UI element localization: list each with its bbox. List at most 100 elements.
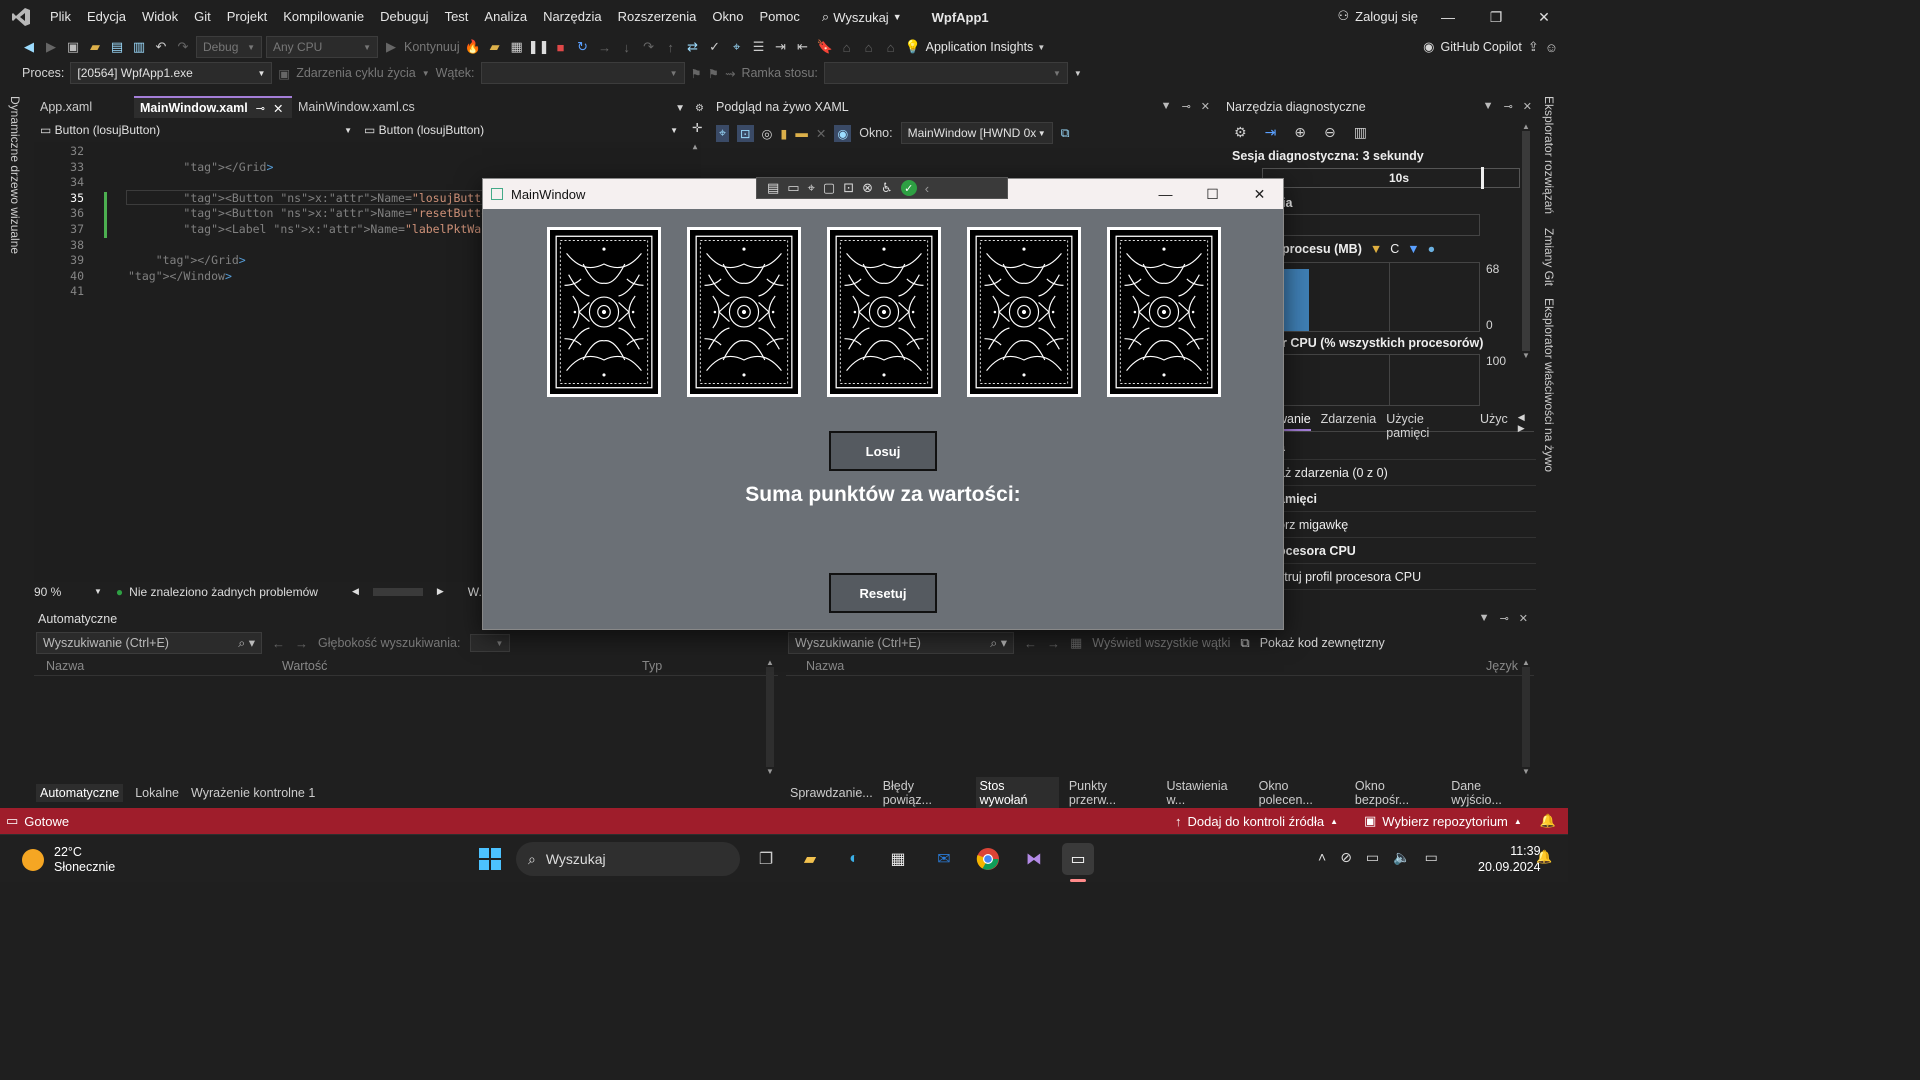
select-element-icon[interactable]: ⌖: [808, 180, 815, 196]
git-changes-tab[interactable]: Zmiany Git: [1542, 228, 1556, 286]
menu-plik[interactable]: Plik: [42, 0, 79, 34]
tab-callstack-group-5[interactable]: Okno polecen...: [1259, 779, 1345, 807]
display-adorners-icon[interactable]: ⊡: [737, 124, 754, 142]
hot-reload-ok-icon[interactable]: ✓: [900, 180, 917, 196]
tab-callstack-group-0[interactable]: Sprawdzanie...: [790, 786, 873, 800]
hot-reload-settings-icon[interactable]: ⇄: [684, 38, 702, 56]
file-explorer-icon[interactable]: ▰: [794, 843, 826, 875]
tab-list-dropdown-icon[interactable]: ▼: [675, 103, 685, 114]
scroll-left-icon[interactable]: ◀: [352, 586, 359, 597]
bookmark-clear-icon[interactable]: ⌂: [882, 38, 900, 56]
problems-indicator[interactable]: Nie znaleziono żadnych problemów: [129, 585, 318, 599]
new-project-icon[interactable]: ▣: [64, 38, 82, 56]
menu-test[interactable]: Test: [437, 0, 477, 34]
chart-icon[interactable]: ▥: [1354, 124, 1367, 141]
tab-cpu-usage[interactable]: Użyc: [1480, 412, 1508, 431]
windows-start-icon[interactable]: [474, 843, 506, 875]
clear-icon[interactable]: ✕: [816, 126, 826, 141]
track-focus-icon[interactable]: ◎: [762, 126, 773, 141]
back-icon[interactable]: ←: [1024, 636, 1037, 651]
search-depth-select[interactable]: ▼: [470, 634, 511, 652]
split-editor-icon[interactable]: ✛: [684, 120, 702, 140]
track-focus-icon[interactable]: ⊡: [843, 180, 854, 196]
pin-icon[interactable]: ⊸: [256, 102, 265, 115]
forward-icon[interactable]: →: [295, 636, 308, 651]
select-element-icon[interactable]: ⌖: [728, 38, 746, 56]
timeline-cursor[interactable]: [1481, 167, 1484, 189]
settings-icon[interactable]: ⚙: [1234, 124, 1247, 141]
record-icon[interactable]: ▭: [787, 180, 799, 196]
hot-reload-icon[interactable]: 🔥: [464, 38, 482, 56]
signin-button[interactable]: ⚇ Zaloguj się: [1337, 8, 1418, 24]
flag-thread-icon[interactable]: ⚑: [708, 66, 719, 81]
feedback-icon[interactable]: ☺: [1545, 40, 1558, 55]
layout-icon[interactable]: ▦: [508, 38, 526, 56]
diag-summary-item[interactable]: struj profil procesora CPU: [1278, 564, 1536, 590]
ruler-vertical-icon[interactable]: ▮: [780, 126, 787, 141]
menu-widok[interactable]: Widok: [134, 0, 186, 34]
dropdown-icon[interactable]: ▼: [1161, 100, 1172, 113]
undo-icon[interactable]: ↶: [152, 38, 170, 56]
settings-icon[interactable]: ⚙: [695, 103, 704, 114]
dropdown-icon[interactable]: ▼: [1479, 612, 1490, 625]
notifications-icon[interactable]: 🔔: [1540, 813, 1556, 829]
col-type[interactable]: Typ: [642, 659, 662, 673]
go-to-live-visual-tree-icon[interactable]: ▤: [767, 180, 779, 196]
menu-projekt[interactable]: Projekt: [219, 0, 275, 34]
step-out-icon[interactable]: ↑: [662, 38, 680, 56]
col-name[interactable]: Nazwa: [786, 659, 1486, 673]
window-select[interactable]: MainWindow [HWND 0x ▼: [900, 122, 1053, 144]
horizontal-scrollbar[interactable]: [372, 587, 423, 596]
redo-icon[interactable]: ↷: [174, 38, 192, 56]
edge-icon[interactable]: ◐: [838, 843, 870, 875]
platform-select[interactable]: Any CPU ▼: [266, 36, 378, 58]
losuj-button[interactable]: Losuj: [829, 431, 937, 471]
col-name[interactable]: Nazwa: [34, 659, 282, 673]
indent-icon[interactable]: ⇥: [772, 38, 790, 56]
menu-git[interactable]: Git: [186, 0, 219, 34]
timeline-ruler[interactable]: 10s: [1262, 167, 1520, 189]
save-all-icon[interactable]: ▥: [130, 38, 148, 56]
col-language[interactable]: Język: [1486, 659, 1518, 673]
show-next-statement-icon[interactable]: →: [596, 38, 614, 56]
tab-autos[interactable]: Automatyczne: [36, 784, 124, 802]
tab-watch-1[interactable]: Wyrażenie kontrolne 1: [191, 786, 315, 800]
tab-mainwindow-xaml[interactable]: MainWindow.xaml ⊸ ✕: [134, 96, 292, 118]
preview-visibility-icon[interactable]: ◉: [834, 124, 852, 142]
tab-mainwindow-xaml-cs[interactable]: MainWindow.xaml.cs: [292, 96, 452, 118]
bookmark-icon[interactable]: 🔖: [816, 38, 834, 56]
nav-right-select[interactable]: ▭ Button (losujButton) ▼: [358, 120, 684, 140]
tab-callstack-group-1[interactable]: Błędy powiąz...: [883, 779, 966, 807]
task-view-icon[interactable]: ❐: [750, 843, 782, 875]
display-layout-adorners-icon[interactable]: ▢: [823, 180, 835, 196]
back-icon[interactable]: ◀: [20, 38, 38, 56]
tab-events[interactable]: Zdarzenia: [1321, 412, 1377, 431]
display-icon[interactable]: ▭: [1366, 849, 1379, 866]
toolbar-overflow-icon[interactable]: ▼: [1074, 69, 1082, 78]
process-select[interactable]: [20564] WpfApp1.exe ▼: [70, 62, 273, 84]
step-over-icon[interactable]: ↷: [640, 38, 658, 56]
save-icon[interactable]: ▤: [108, 38, 126, 56]
show-external-code-button[interactable]: Pokaż kod zewnętrzny: [1260, 636, 1385, 650]
restart-icon[interactable]: ↻: [574, 38, 592, 56]
step-into-icon[interactable]: ↓: [618, 38, 636, 56]
tab-callstack-group-2[interactable]: Stos wywołań: [975, 777, 1059, 809]
collapse-toolbar-icon[interactable]: ‹: [925, 181, 929, 196]
notification-center-icon[interactable]: 🔔: [1536, 849, 1552, 865]
forward-icon[interactable]: →: [1047, 636, 1060, 651]
pin-icon[interactable]: ⊸: [1504, 100, 1513, 113]
battery-icon[interactable]: ▭: [1425, 849, 1438, 866]
tab-callstack-group-3[interactable]: Punkty przerw...: [1069, 779, 1157, 807]
minimize-icon[interactable]: —: [1424, 0, 1472, 34]
select-element-icon[interactable]: ⌖: [716, 124, 730, 142]
select-repository-button[interactable]: ▣ Wybierz repozytorium ▲: [1364, 813, 1522, 829]
live-visual-tree-tab[interactable]: Dynamiczne drzewo wizualne: [8, 96, 22, 254]
close-icon[interactable]: ✕: [1520, 0, 1568, 34]
accessibility-icon[interactable]: ♿: [881, 180, 893, 196]
chrome-icon[interactable]: [972, 843, 1004, 875]
menu-rozszerzenia[interactable]: Rozszerzenia: [610, 0, 705, 34]
export-icon[interactable]: ⇥: [1265, 124, 1277, 141]
close-icon[interactable]: ✕: [1523, 100, 1532, 113]
clock[interactable]: 11:39 20.09.2024: [1478, 843, 1541, 875]
continue-button[interactable]: Kontynuuj: [404, 40, 460, 54]
